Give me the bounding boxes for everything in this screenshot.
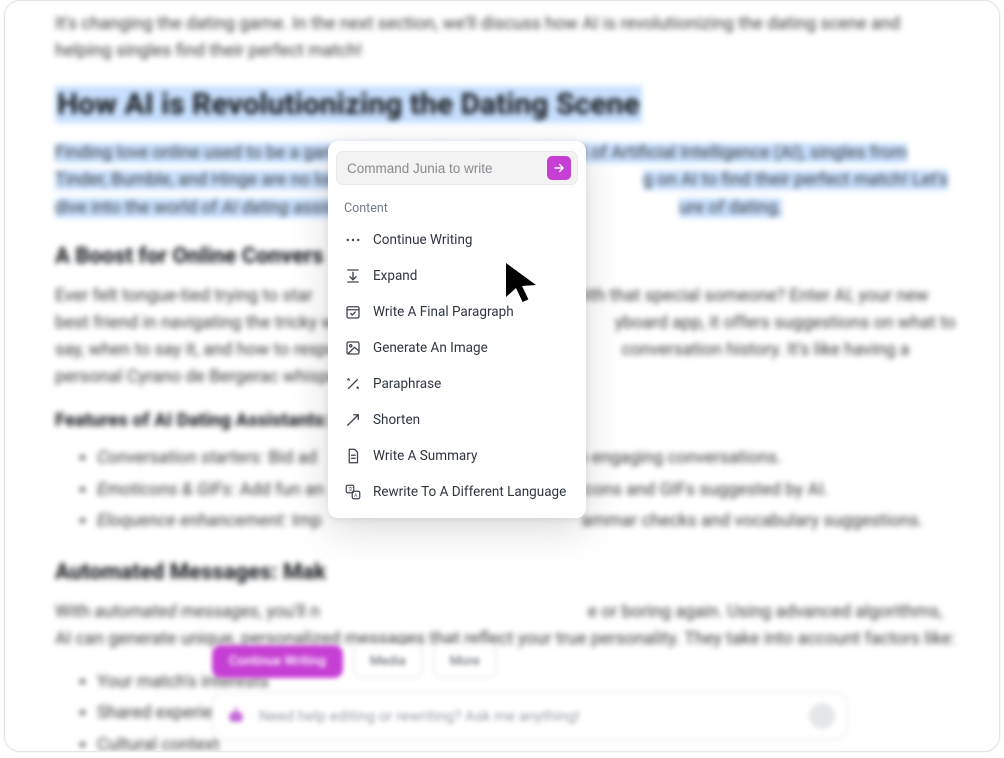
chat-assistant-bar[interactable]: Need help editing or rewriting? Ask me a… bbox=[212, 692, 848, 740]
close-chat-button[interactable] bbox=[809, 703, 835, 729]
ai-command-popup: Content Continue Writing Expand Write A … bbox=[328, 141, 586, 518]
automated-paragraph: With automated messages, you'll ne or bo… bbox=[55, 599, 959, 653]
menu-final-paragraph[interactable]: Write A Final Paragraph bbox=[336, 294, 578, 330]
heading-how-ai: How AI is Revolutionizing the Dating Sce… bbox=[55, 87, 959, 122]
document-icon bbox=[344, 447, 362, 465]
robot-icon bbox=[225, 705, 247, 727]
menu-rewrite-language[interactable]: 文A Rewrite To A Different Language bbox=[336, 474, 578, 510]
shorten-icon bbox=[344, 411, 362, 429]
more-button[interactable]: More bbox=[433, 645, 497, 678]
menu-generate-image[interactable]: Generate An Image bbox=[336, 330, 578, 366]
popup-section-label: Content bbox=[336, 195, 578, 222]
arrow-right-icon bbox=[552, 161, 566, 175]
dots-icon bbox=[344, 231, 362, 249]
chat-placeholder-text: Need help editing or rewriting? Ask me a… bbox=[259, 707, 809, 725]
menu-shorten[interactable]: Shorten bbox=[336, 402, 578, 438]
command-input[interactable] bbox=[347, 161, 547, 176]
floating-toolbar: Continue Writing Media More bbox=[212, 645, 497, 678]
command-input-container[interactable] bbox=[336, 151, 578, 185]
menu-continue-writing[interactable]: Continue Writing bbox=[336, 222, 578, 258]
expand-icon bbox=[344, 267, 362, 285]
media-button[interactable]: Media bbox=[353, 645, 423, 678]
menu-write-summary[interactable]: Write A Summary bbox=[336, 438, 578, 474]
menu-expand[interactable]: Expand bbox=[336, 258, 578, 294]
translate-icon: 文A bbox=[344, 483, 362, 501]
calendar-check-icon bbox=[344, 303, 362, 321]
continue-writing-button[interactable]: Continue Writing bbox=[212, 645, 343, 678]
image-icon bbox=[344, 339, 362, 357]
menu-paraphrase[interactable]: Paraphrase bbox=[336, 366, 578, 402]
svg-text:文: 文 bbox=[348, 486, 353, 493]
svg-text:A: A bbox=[354, 493, 358, 499]
intro-paragraph: It's changing the dating game. In the ne… bbox=[55, 11, 959, 65]
submit-command-button[interactable] bbox=[547, 156, 571, 180]
heading-automated: Automated Messages: Mak bbox=[55, 560, 959, 585]
wand-icon bbox=[344, 375, 362, 393]
